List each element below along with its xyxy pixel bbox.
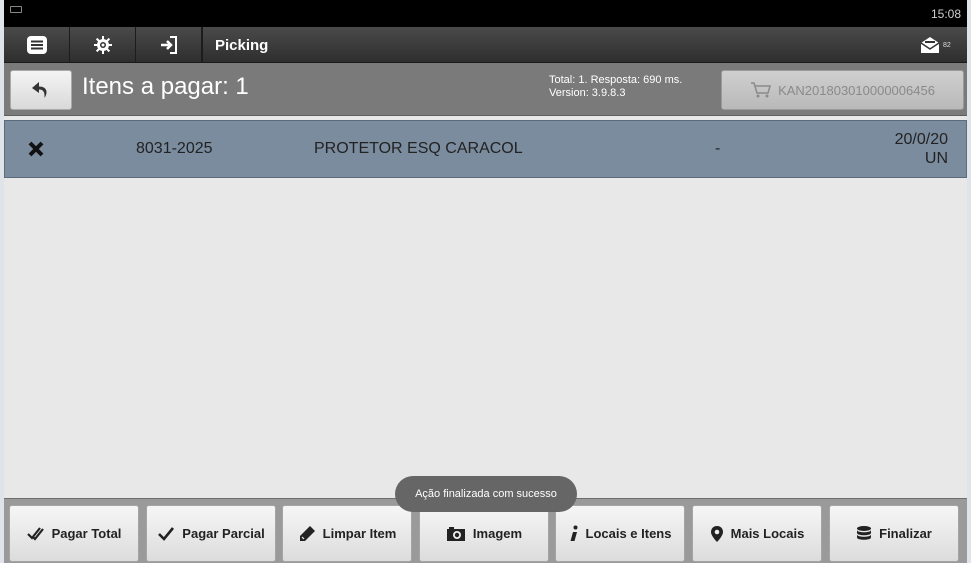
database-icon (856, 525, 872, 543)
cart-button[interactable]: KAN201803010000006456 (721, 70, 964, 110)
item-location: - (715, 140, 721, 157)
imagem-label: Imagem (472, 526, 523, 541)
limpar-item-label: Limpar Item (322, 526, 397, 541)
item-description: PROTETOR ESQ CARACOL (314, 140, 523, 157)
list-item[interactable]: 8031-2025 PROTETOR ESQ CARACOL - 20/0/20… (4, 120, 967, 178)
mail-button[interactable]: 82 (919, 33, 959, 57)
item-quantity: 20/0/20 UN (895, 130, 948, 168)
keyboard-icon (10, 6, 22, 13)
item-qty-value: 20/0/20 (894, 131, 948, 148)
pagar-parcial-label: Pagar Parcial (182, 526, 265, 541)
login-button[interactable] (136, 27, 202, 63)
menu-icon (26, 36, 47, 54)
menu-button[interactable] (4, 27, 70, 63)
pagar-total-label: Pagar Total (51, 526, 122, 541)
status-bar: 15:08 (4, 0, 967, 27)
eraser-icon (298, 525, 316, 543)
map-pin-icon (710, 525, 724, 543)
mais-locais-label: Mais Locais (730, 526, 805, 541)
mail-icon (920, 37, 940, 53)
clock: 15:08 (930, 7, 961, 21)
login-icon (160, 36, 177, 54)
locais-itens-label: Locais e Itens (585, 526, 672, 541)
header-bar: Itens a pagar: 1 Total: 1. Resposta: 690… (4, 63, 967, 116)
cart-code: KAN201803010000006456 (778, 82, 935, 98)
finalizar-button[interactable]: Finalizar (829, 505, 959, 562)
double-check-icon (26, 525, 45, 543)
back-button[interactable] (10, 70, 72, 110)
app-window: 15:08 Picking 82 Itens a pagar: 1 Total:… (4, 0, 967, 563)
pagar-parcial-button[interactable]: Pagar Parcial (146, 505, 276, 562)
items-list: 8031-2025 PROTETOR ESQ CARACOL - 20/0/20… (4, 118, 967, 498)
toolbar: Picking 82 (4, 27, 967, 63)
cart-icon (751, 82, 772, 98)
settings-button[interactable] (70, 27, 136, 63)
imagem-button[interactable]: Imagem (419, 505, 549, 562)
limpar-item-button[interactable]: Limpar Item (282, 505, 412, 562)
check-icon (157, 525, 175, 543)
undo-icon (32, 82, 47, 98)
close-icon (28, 141, 44, 157)
remove-item-button[interactable] (27, 140, 45, 163)
items-count-title: Itens a pagar: 1 (82, 73, 249, 100)
response-info: Total: 1. Resposta: 690 ms. Version: 3.9… (549, 74, 682, 100)
response-time: Total: 1. Resposta: 690 ms. (549, 74, 683, 86)
item-unit: UN (924, 150, 948, 167)
version-text: Version: 3.9.8.3 (549, 87, 626, 99)
locais-itens-button[interactable]: Locais e Itens (555, 505, 685, 562)
info-icon (569, 525, 579, 543)
success-toast: Ação finalizada com sucesso (395, 476, 577, 512)
finalizar-label: Finalizar (879, 526, 932, 541)
item-code: 8031-2025 (136, 140, 213, 157)
page-title: Picking (202, 27, 322, 63)
mail-badge: 82 (943, 41, 951, 49)
gear-icon (93, 36, 112, 54)
camera-icon (446, 526, 466, 542)
mais-locais-button[interactable]: Mais Locais (692, 505, 822, 562)
pagar-total-button[interactable]: Pagar Total (9, 505, 139, 562)
